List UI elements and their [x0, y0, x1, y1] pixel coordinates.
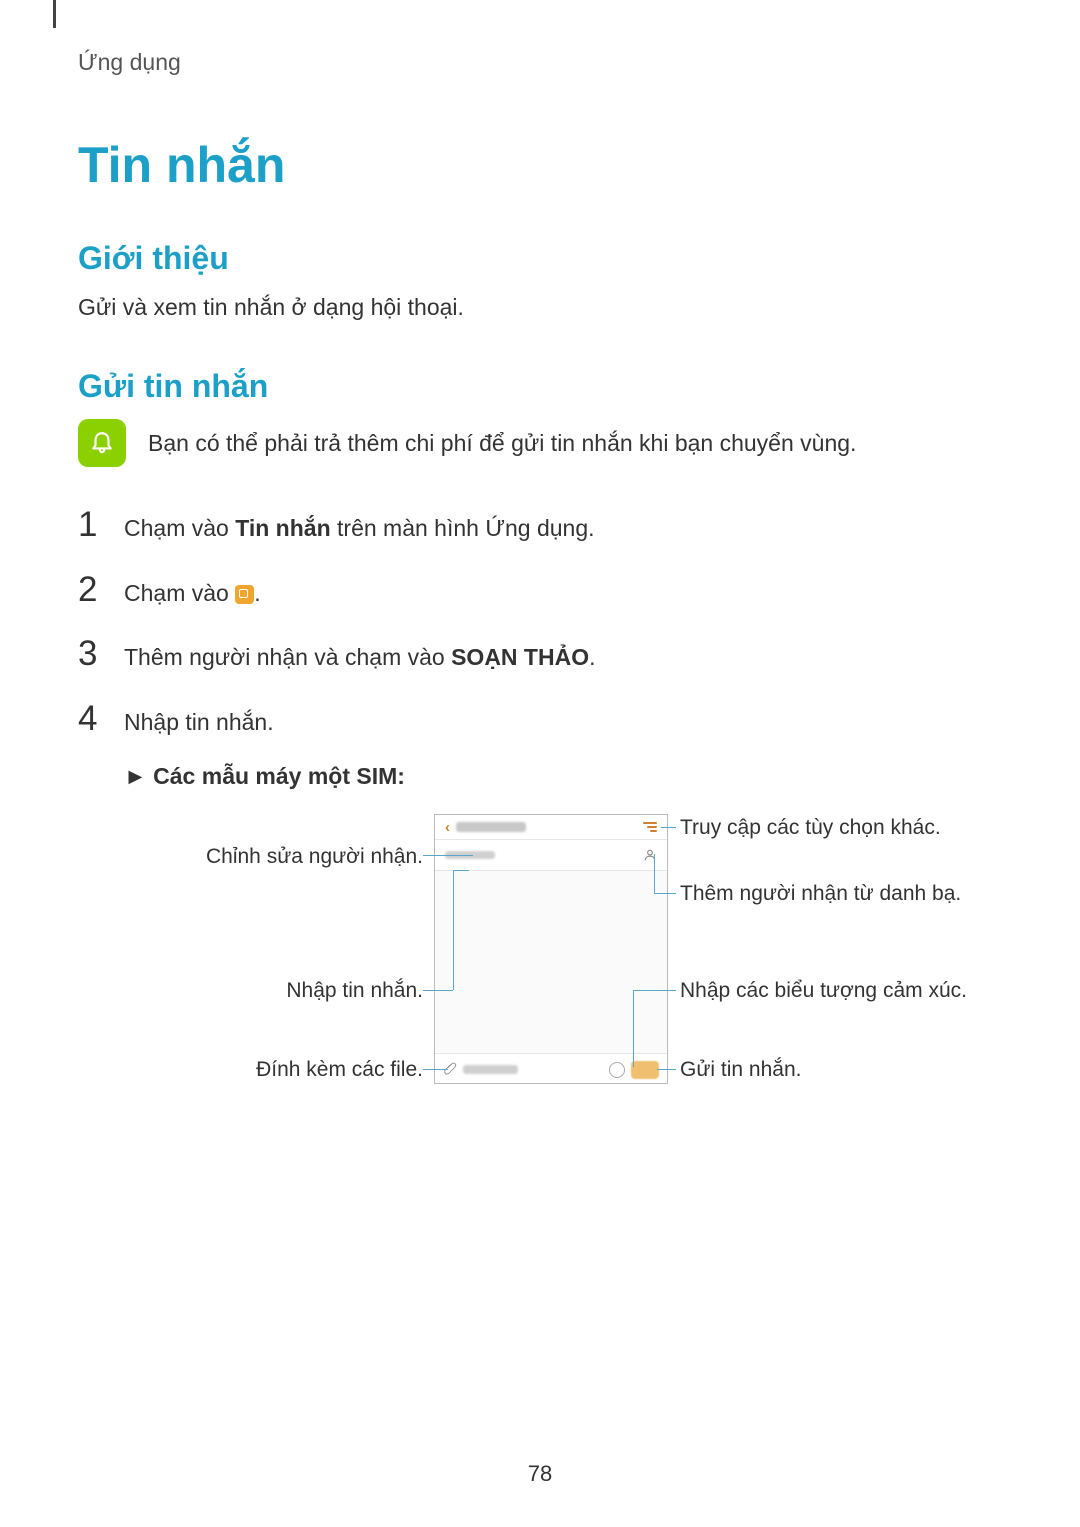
steps-list: 1 Chạm vào Tin nhắn trên màn hình Ứng dụ… — [78, 505, 1002, 739]
leader-line — [453, 870, 454, 990]
step-bold: SOẠN THẢO — [451, 644, 589, 670]
phone-header: ‹ — [435, 815, 667, 839]
callout-enter-msg: Nhập tin nhắn. — [286, 979, 423, 1003]
back-icon: ‹ — [445, 819, 450, 836]
step-number: 4 — [78, 699, 106, 739]
leader-line — [654, 854, 655, 893]
callout-send: Gửi tin nhắn. — [680, 1058, 801, 1082]
step-number: 3 — [78, 634, 106, 674]
step-pre: Nhập tin nhắn. — [124, 709, 274, 735]
page-number: 78 — [0, 1461, 1080, 1487]
compose-icon — [235, 585, 254, 604]
step-number: 2 — [78, 570, 106, 610]
leader-line — [633, 990, 676, 991]
sub-bullet-single-sim: ► Các mẫu máy một SIM: — [124, 763, 1002, 790]
callout-more-options: Truy cập các tùy chọn khác. — [680, 816, 941, 840]
step-post: trên màn hình Ứng dụng. — [331, 515, 595, 541]
section-heading-send: Gửi tin nhắn — [78, 368, 1002, 405]
breadcrumb: Ứng dụng — [78, 49, 1002, 76]
phone-diagram: ‹ — [78, 814, 1002, 1114]
callout-attach: Đính kèm các file. — [256, 1058, 423, 1082]
intro-body: Gửi và xem tin nhắn ở dạng hội thoại. — [78, 291, 1002, 324]
emoji-icon — [609, 1062, 625, 1078]
step-text: Thêm người nhận và chạm vào SOẠN THẢO. — [124, 640, 1002, 675]
menu-icon — [643, 822, 657, 832]
input-placeholder — [463, 1065, 518, 1074]
step-3: 3 Thêm người nhận và chạm vào SOẠN THẢO. — [78, 634, 1002, 675]
leader-line — [453, 870, 469, 871]
leader-line — [654, 893, 676, 894]
step-pre: Chạm vào — [124, 580, 235, 606]
leader-line — [633, 990, 634, 1067]
section-heading-intro: Giới thiệu — [78, 240, 1002, 277]
phone-title-placeholder — [456, 822, 526, 832]
top-page-mark — [53, 0, 56, 28]
step-4: 4 Nhập tin nhắn. — [78, 699, 1002, 740]
leader-line — [423, 1069, 448, 1070]
leader-line — [657, 1069, 676, 1070]
step-post: . — [589, 644, 595, 670]
step-text: Nhập tin nhắn. — [124, 705, 1002, 740]
step-text: Chạm vào . — [124, 576, 1002, 611]
leader-line — [423, 990, 453, 991]
leader-line — [423, 855, 473, 856]
step-post: . — [254, 580, 260, 606]
step-bold: Tin nhắn — [235, 515, 330, 541]
note-text: Bạn có thể phải trả thêm chi phí để gửi … — [148, 430, 1002, 457]
step-text: Chạm vào Tin nhắn trên màn hình Ứng dụng… — [124, 511, 1002, 546]
note-row: Bạn có thể phải trả thêm chi phí để gửi … — [78, 419, 1002, 467]
send-button-mock — [631, 1061, 659, 1079]
step-2: 2 Chạm vào . — [78, 570, 1002, 611]
page-title: Tin nhắn — [78, 136, 1002, 194]
callout-enter-emoji: Nhập các biểu tượng cảm xúc. — [680, 979, 967, 1003]
bell-icon — [78, 419, 126, 467]
step-pre: Thêm người nhận và chạm vào — [124, 644, 451, 670]
leader-line — [661, 827, 676, 828]
step-pre: Chạm vào — [124, 515, 235, 541]
callout-add-contact: Thêm người nhận từ danh bạ. — [680, 882, 961, 906]
step-1: 1 Chạm vào Tin nhắn trên màn hình Ứng dụ… — [78, 505, 1002, 546]
step-number: 1 — [78, 505, 106, 545]
callout-edit-recipient: Chỉnh sửa người nhận. — [206, 845, 423, 869]
